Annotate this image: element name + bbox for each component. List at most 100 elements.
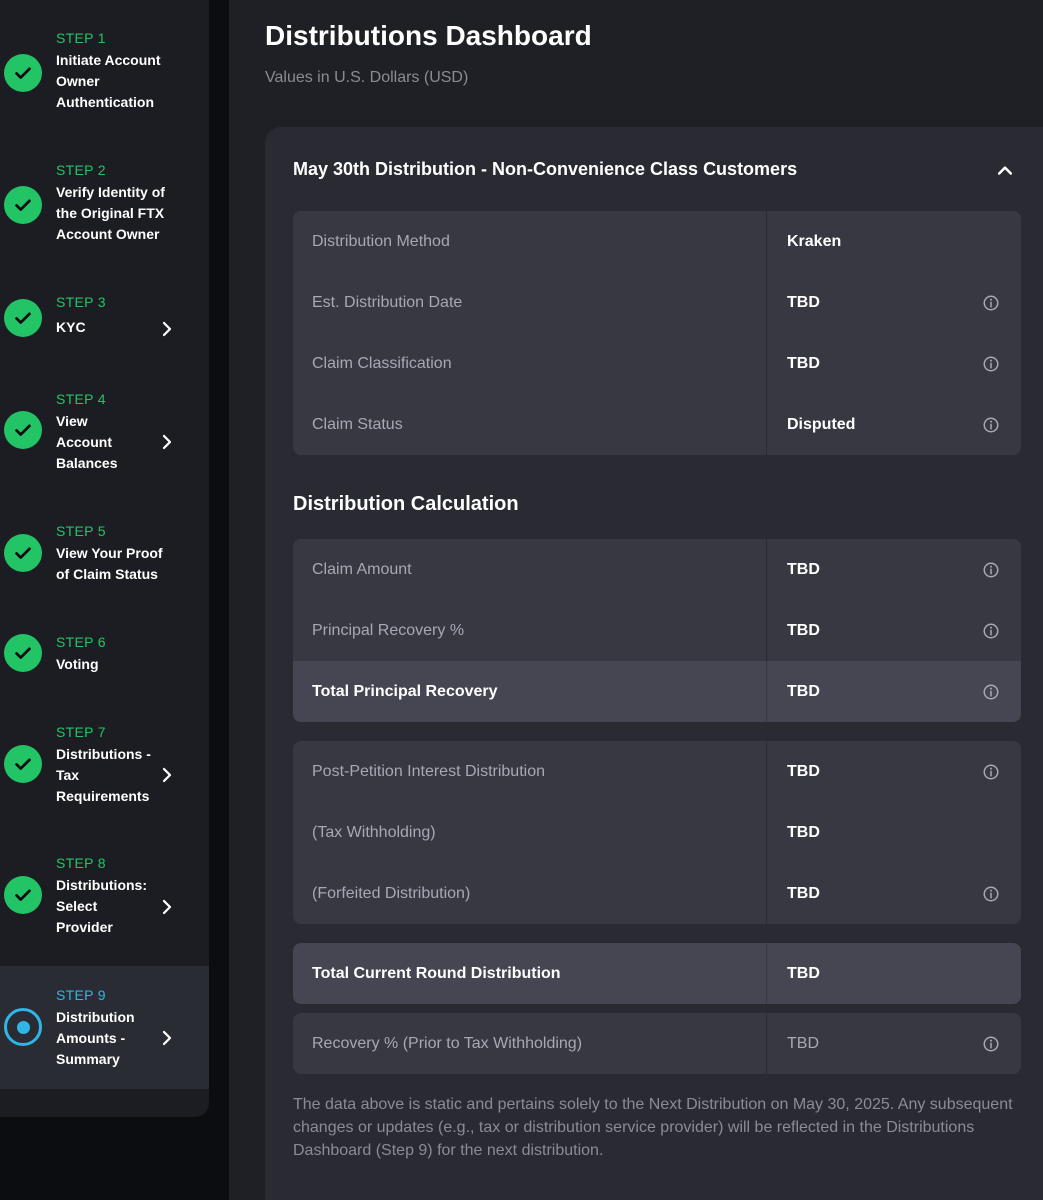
footnote: The data above is static and pertains so… xyxy=(293,1096,1013,1159)
check-icon xyxy=(4,876,42,914)
row-label: (Tax Withholding) xyxy=(312,823,436,841)
step-3[interactable]: STEP 3 KYC xyxy=(0,290,209,350)
row-label: Claim Amount xyxy=(312,560,412,578)
step-title: Initiate Account Owner Authentication xyxy=(56,52,161,110)
card-title: May 30th Distribution - Non-Convenience … xyxy=(293,159,798,179)
info-icon[interactable] xyxy=(982,1035,1000,1053)
principal-table: Claim Amount TBD Principal Recovery % TB… xyxy=(293,539,1021,722)
row-value: Disputed xyxy=(787,415,856,433)
table-row: (Forfeited Distribution) TBD xyxy=(293,863,1021,924)
check-icon xyxy=(4,411,42,449)
step-4[interactable]: STEP 4 View Account Balances xyxy=(0,387,209,487)
row-label: Total Current Round Distribution xyxy=(312,964,561,982)
table-row: (Tax Withholding) TBD xyxy=(293,802,1021,863)
step-number: STEP 9 xyxy=(56,987,106,1003)
table-row: Claim Classification TBD xyxy=(293,333,1021,394)
details-table: Distribution Method Kraken Est. Distribu… xyxy=(293,211,1021,455)
row-value: TBD xyxy=(787,884,820,902)
step-number: STEP 7 xyxy=(56,724,106,740)
row-value: TBD xyxy=(787,621,820,639)
step-9[interactable]: STEP 9 Distribution Amounts - Summary xyxy=(0,966,209,1089)
row-value: TBD xyxy=(787,682,820,700)
step-1[interactable]: STEP 1 Initiate Account Owner Authentica… xyxy=(0,26,209,126)
step-title: Distributions - Tax Requirements xyxy=(56,746,151,804)
table-row: Claim Status Disputed xyxy=(293,394,1021,455)
table-row: Distribution Method Kraken xyxy=(293,211,1021,272)
check-icon xyxy=(4,186,42,224)
check-icon xyxy=(4,299,42,337)
step-title: Distributions: Select Provider xyxy=(56,877,147,935)
radio-current-icon xyxy=(4,1008,42,1046)
info-icon[interactable] xyxy=(982,561,1000,579)
divider-strip xyxy=(209,0,229,1200)
table-row: Claim Amount TBD xyxy=(293,539,1021,600)
check-icon xyxy=(4,745,42,783)
row-value: TBD xyxy=(787,762,820,780)
step-number: STEP 1 xyxy=(56,30,106,46)
table-row-total: Total Current Round Distribution TBD xyxy=(293,943,1021,1004)
row-label: Post-Petition Interest Distribution xyxy=(312,762,545,780)
step-5[interactable]: STEP 5 View Your Proof of Claim Status xyxy=(0,519,209,589)
row-value: TBD xyxy=(787,354,820,372)
info-icon[interactable] xyxy=(982,294,1000,312)
page-title: Distributions Dashboard xyxy=(265,20,592,51)
page-subtitle: Values in U.S. Dollars (USD) xyxy=(265,69,469,86)
check-icon xyxy=(4,534,42,572)
step-number: STEP 2 xyxy=(56,162,106,178)
row-value: TBD xyxy=(787,560,820,578)
step-number: STEP 5 xyxy=(56,523,106,539)
step-6[interactable]: STEP 6 Voting xyxy=(0,630,209,690)
chevron-right-icon[interactable] xyxy=(158,1029,176,1047)
step-7[interactable]: STEP 7 Distributions - Tax Requirements xyxy=(0,720,209,820)
row-label: Principal Recovery % xyxy=(312,621,465,639)
info-icon[interactable] xyxy=(982,885,1000,903)
row-label: Distribution Method xyxy=(312,232,450,250)
step-title: Verify Identity of the Original FTX Acco… xyxy=(56,184,165,242)
row-value: TBD xyxy=(787,823,820,841)
chevron-right-icon[interactable] xyxy=(158,433,176,451)
info-icon[interactable] xyxy=(982,683,1000,701)
step-title: View Account Balances xyxy=(56,413,118,471)
row-value: TBD xyxy=(787,964,820,982)
row-value: Kraken xyxy=(787,232,842,250)
recovery-table: Recovery % (Prior to Tax Withholding) TB… xyxy=(293,1013,1021,1074)
step-title: Voting xyxy=(56,656,99,672)
step-2[interactable]: STEP 2 Verify Identity of the Original F… xyxy=(0,158,209,258)
step-8[interactable]: STEP 8 Distributions: Select Provider xyxy=(0,851,209,951)
table-row-total: Total Principal Recovery TBD xyxy=(293,661,1021,722)
step-title: View Your Proof of Claim Status xyxy=(56,545,163,582)
row-label: Total Principal Recovery xyxy=(312,682,498,700)
info-icon[interactable] xyxy=(982,355,1000,373)
table-row: Est. Distribution Date TBD xyxy=(293,272,1021,333)
chevron-right-icon[interactable] xyxy=(158,898,176,916)
step-number: STEP 6 xyxy=(56,634,106,650)
row-label: (Forfeited Distribution) xyxy=(312,884,471,902)
row-label: Est. Distribution Date xyxy=(312,293,463,311)
step-number: STEP 8 xyxy=(56,855,106,871)
chevron-right-icon[interactable] xyxy=(158,320,176,338)
row-label: Claim Classification xyxy=(312,354,452,372)
interest-table: Post-Petition Interest Distribution TBD … xyxy=(293,741,1021,924)
step-title: Distribution Amounts - Summary xyxy=(56,1009,135,1067)
row-label: Recovery % (Prior to Tax Withholding) xyxy=(312,1034,583,1052)
check-icon xyxy=(4,634,42,672)
row-value: TBD xyxy=(787,1034,819,1052)
row-value: TBD xyxy=(787,293,820,311)
main-content: Distributions Dashboard Values in U.S. D… xyxy=(229,0,1043,1200)
info-icon[interactable] xyxy=(982,763,1000,781)
table-row: Post-Petition Interest Distribution TBD xyxy=(293,741,1021,802)
info-icon[interactable] xyxy=(982,416,1000,434)
row-label: Claim Status xyxy=(312,415,403,433)
distribution-card: May 30th Distribution - Non-Convenience … xyxy=(265,127,1043,1200)
steps-sidebar: STEP 1 Initiate Account Owner Authentica… xyxy=(0,0,209,1117)
total-table: Total Current Round Distribution TBD xyxy=(293,943,1021,1004)
section-title: Distribution Calculation xyxy=(293,493,519,515)
info-icon[interactable] xyxy=(982,622,1000,640)
chevron-right-icon[interactable] xyxy=(158,766,176,784)
step-number: STEP 4 xyxy=(56,391,106,407)
table-row: Principal Recovery % TBD xyxy=(293,600,1021,661)
chevron-up-icon[interactable] xyxy=(995,161,1015,181)
step-number: STEP 3 xyxy=(56,294,106,310)
table-row: Recovery % (Prior to Tax Withholding) TB… xyxy=(293,1013,1021,1074)
check-icon xyxy=(4,54,42,92)
